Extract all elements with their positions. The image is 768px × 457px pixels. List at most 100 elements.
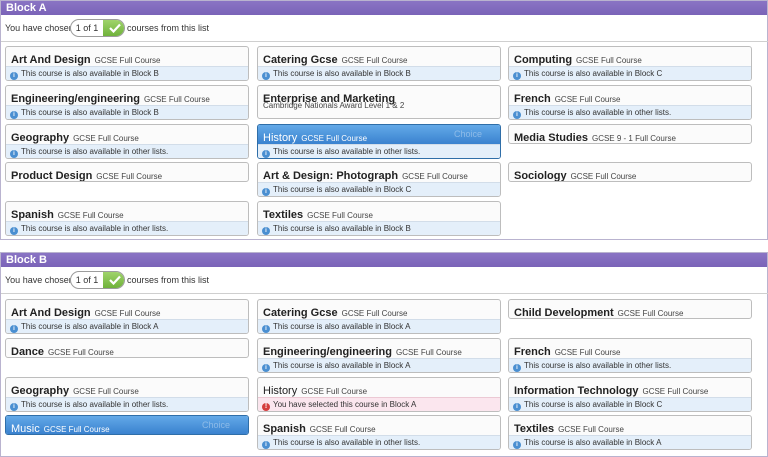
course-card-french[interactable]: French GCSE Full Course i This course is a… [508, 338, 752, 373]
course-card-dance[interactable]: Dance GCSE Full Course [5, 338, 249, 358]
course-level: GCSE Full Course [48, 348, 114, 357]
course-note-text: This course is also available in other l… [21, 147, 169, 156]
course-card-child-development[interactable]: Child Development GCSE Full Course [508, 299, 752, 319]
course-level: GCSE Full Course [617, 309, 684, 318]
course-card-information-technology[interactable]: Information Technology GCSE Full Course i… [508, 377, 752, 412]
course-card-catering-gcse[interactable]: Catering Gcse GCSE Full Course i This cour… [257, 299, 501, 334]
course-card-art-and-design[interactable]: Art And Design GCSE Full Course i This cou… [5, 46, 249, 81]
block-b-header: Block B [1, 253, 767, 267]
course-title: Dance [11, 346, 45, 358]
course-level: GCSE 9 - 1 Full Course [591, 134, 676, 143]
course-level: GCSE Full Course [43, 425, 110, 434]
info-icon: i [10, 403, 18, 411]
info-icon: i [10, 72, 18, 80]
course-level: GCSE Full Course [94, 56, 161, 65]
course-card-music-selected[interactable]: Music GCSE Full Course Choice [5, 415, 249, 435]
course-note-text: This course is also available in Block B [273, 224, 411, 233]
info-icon: i [513, 111, 521, 119]
course-level: GCSE Full Course [576, 56, 642, 65]
course-card-engineering[interactable]: Engineering/engineering GCSE Full Course … [5, 85, 249, 120]
course-card-enterprise-and-marketing[interactable]: Enterprise and Marketing Cambridge Natio… [257, 85, 501, 119]
course-card-engineering[interactable]: Engineering/engineering GCSE Full Course … [257, 338, 501, 373]
course-warning-text: You have selected this course in Block A [273, 400, 417, 409]
course-level: GCSE Full Course [558, 425, 624, 434]
course-note-text: This course is also available in Block B [21, 69, 159, 78]
course-note-text: This course is also available in Block A [273, 361, 411, 370]
course-card-product-design[interactable]: Product Design GCSE Full Course [5, 162, 249, 182]
course-note: i This course is also available in other … [258, 435, 500, 449]
choice-count: 1 of 1 [75, 275, 99, 285]
course-note-text: This course is also available in other l… [524, 108, 672, 117]
course-level: GCSE Full Course [301, 387, 368, 396]
course-note-text: This course is also available in other l… [273, 438, 421, 447]
check-icon [103, 20, 124, 36]
course-title: Computing [514, 54, 573, 66]
course-note-text: This course is also available in other l… [21, 400, 169, 409]
course-card-french[interactable]: French GCSE Full Course i This course is a… [508, 85, 752, 120]
course-card-art-and-design[interactable]: Art And Design GCSE Full Course i This cou… [5, 299, 249, 334]
course-title: Music [11, 423, 40, 435]
course-note: i This course is also available in Block … [6, 319, 248, 333]
info-icon: i [513, 441, 521, 449]
course-card-spanish[interactable]: Spanish GCSE Full Course i This course is … [5, 201, 249, 236]
course-note-text: This course is also available in Block A [524, 438, 662, 447]
course-level: GCSE Full Course [73, 134, 139, 143]
course-card-catering-gcse[interactable]: Catering Gcse GCSE Full Course i This cour… [257, 46, 501, 81]
course-note-text: This course is also available in Block C [524, 400, 663, 409]
course-title: Spanish [263, 423, 306, 435]
course-card-art-design-photograph[interactable]: Art & Design: Photograph GCSE Full Course… [257, 162, 501, 197]
course-level: GCSE Full Course [307, 211, 373, 220]
course-note: i This course is also available in Block … [258, 319, 500, 333]
choice-counter: 1 of 1 [70, 19, 125, 37]
course-card-media-studies[interactable]: Media Studies GCSE 9 - 1 Full Course [508, 124, 752, 144]
course-level: GCSE Full Course [570, 172, 637, 181]
course-title: French [514, 346, 551, 358]
course-card-geography[interactable]: Geography GCSE Full Course i This course i… [5, 377, 249, 412]
info-icon: i [262, 150, 270, 158]
course-card-spanish[interactable]: Spanish GCSE Full Course i This course is … [257, 415, 501, 450]
course-note: i This course is also available in other … [509, 358, 751, 372]
course-card-textiles[interactable]: Textiles GCSE Full Course i This course is… [508, 415, 752, 450]
chosen-suffix: courses from this list [127, 275, 210, 285]
course-card-textiles[interactable]: Textiles GCSE Full Course i This course is… [257, 201, 501, 236]
info-icon: i [513, 364, 521, 372]
course-title: Engineering/engineering [11, 93, 140, 105]
info-icon: i [262, 441, 270, 449]
info-icon: i [10, 227, 18, 235]
course-title: History [263, 132, 298, 144]
course-note: i This course is also available in Block … [258, 358, 500, 372]
course-warning: ! You have selected this course in Block … [258, 397, 500, 411]
course-card-geography[interactable]: Geography GCSE Full Course i This course i… [5, 124, 249, 159]
check-icon [103, 272, 124, 288]
course-note-text: This course is also available in other l… [21, 224, 169, 233]
warning-icon: ! [262, 403, 270, 411]
info-icon: i [513, 72, 521, 80]
course-title: Media Studies [514, 132, 588, 144]
course-title: Sociology [514, 170, 567, 182]
course-title: Product Design [11, 170, 93, 182]
course-level: GCSE Full Course [96, 172, 163, 181]
chosen-suffix: courses from this list [127, 23, 210, 33]
course-title: Art & Design: Photograph [263, 170, 399, 182]
course-note: i This course is also available in Block … [509, 66, 751, 80]
course-title: Catering Gcse [263, 54, 338, 66]
course-card-history-unavailable[interactable]: History GCSE Full Course ! You have select… [257, 377, 501, 412]
course-title: Engineering/engineering [263, 346, 392, 358]
course-level: GCSE Full Course [301, 134, 368, 143]
course-card-sociology[interactable]: Sociology GCSE Full Course [508, 162, 752, 182]
course-note-text: This course is also available in Block A [21, 322, 159, 331]
block-a-header: Block A [1, 1, 767, 15]
course-card-computing[interactable]: Computing GCSE Full Course i This course i… [508, 46, 752, 81]
course-level: GCSE Full Course [143, 95, 210, 104]
course-level: GCSE Full Course [94, 309, 161, 318]
course-title: French [514, 93, 551, 105]
course-card-history-selected[interactable]: History GCSE Full Course Choice i This cour… [257, 124, 501, 159]
block-a-chosen-row: You have chosen 1 of 1 courses from this… [1, 15, 767, 41]
course-note: i This course is also available in Block … [258, 221, 500, 235]
block-b-chosen-row: You have chosen 1 of 1 courses from this… [1, 267, 767, 293]
course-note-text: This course is also available in Block C [524, 69, 663, 78]
course-note: i This course is also available in Block … [509, 397, 751, 411]
course-level: GCSE Full Course [642, 387, 709, 396]
course-level: GCSE Full Course [341, 56, 408, 65]
course-title: Art And Design [11, 54, 91, 66]
